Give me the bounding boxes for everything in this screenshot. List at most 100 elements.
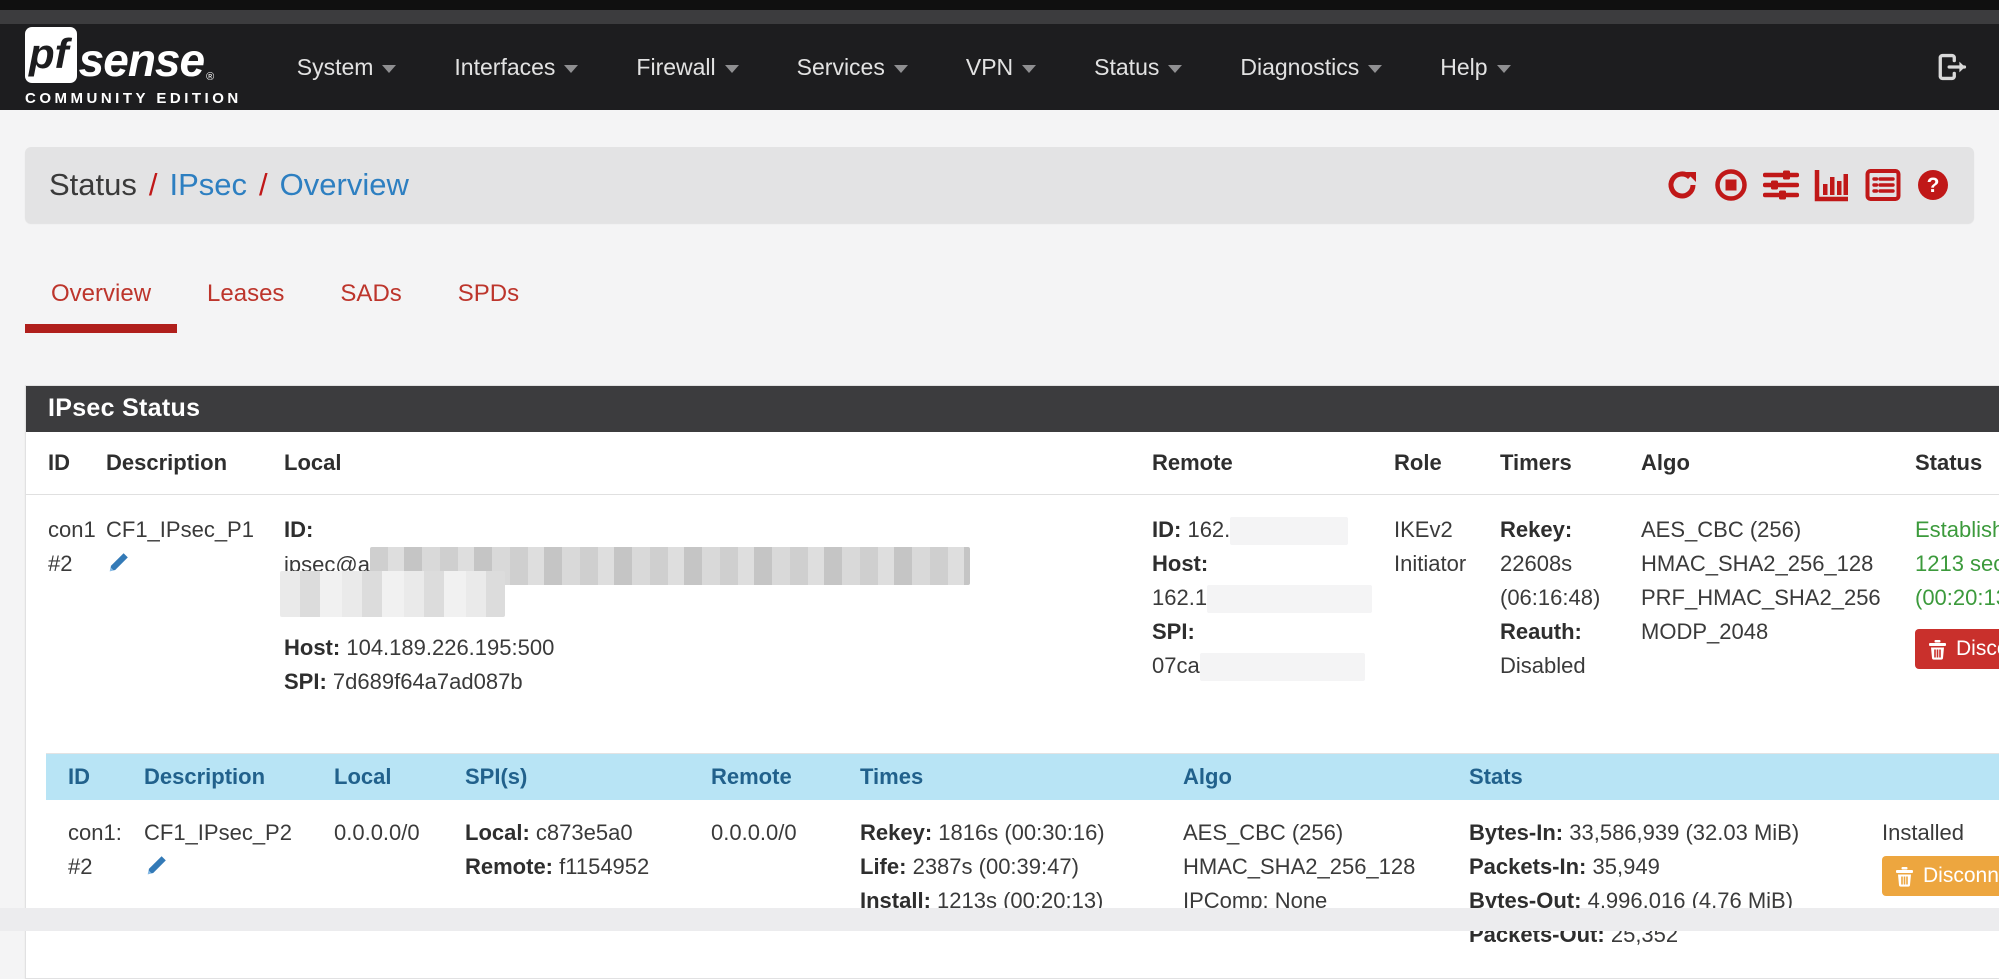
logo-sense: sense	[79, 39, 204, 83]
nav-item-help[interactable]: Help	[1440, 54, 1510, 81]
nav-item-interfaces[interactable]: Interfaces	[454, 54, 578, 81]
p1-id-cell: con1 #2	[26, 495, 96, 742]
col-actions	[1872, 754, 1999, 800]
nav-item-system[interactable]: System	[297, 54, 397, 81]
col-algo: Algo	[1173, 754, 1459, 800]
p1-row: con1 #2 CF1_IPsec_P1 ID: ipsec@a Hos	[26, 495, 1999, 742]
chevron-down-icon	[382, 65, 396, 73]
p1-timers-cell: Rekey: 22608s (06:16:48) Reauth: Disable…	[1490, 495, 1631, 742]
chevron-down-icon	[894, 65, 908, 73]
p2-local-cell: 0.0.0.0/0	[324, 800, 455, 978]
help-icon[interactable]: ?	[1916, 168, 1950, 202]
window-top-strip	[0, 0, 1999, 10]
nav-item-vpn[interactable]: VPN	[966, 54, 1036, 81]
p2-header-row: ID Description Local SPI(s) Remote Times…	[46, 754, 1999, 800]
edit-pencil-icon[interactable]	[106, 551, 130, 585]
p2-spi-cell: Local: c873e5a0 Remote: f1154952	[455, 800, 701, 978]
col-id: ID	[26, 432, 96, 495]
redaction-box	[1200, 653, 1365, 681]
page-header: Status / IPsec / Overview	[25, 147, 1974, 223]
col-description: Description	[134, 754, 324, 800]
logo-registered: ®	[206, 71, 214, 83]
breadcrumb-separator: /	[149, 167, 158, 203]
chevron-down-icon	[1368, 65, 1382, 73]
panel-title: IPsec Status	[26, 386, 1999, 432]
col-local: Local	[274, 432, 1142, 495]
p2-times-cell: Rekey: 1816s (00:30:16) Life: 2387s (00:…	[850, 800, 1173, 978]
redaction-blur	[280, 571, 505, 617]
p2-action-cell: Installed Disconnect	[1872, 800, 1999, 978]
chevron-down-icon	[1168, 65, 1182, 73]
col-remote: Remote	[701, 754, 850, 800]
p1-local-cell: ID: ipsec@a Host: 104.189.226.195:500 SP…	[274, 495, 1142, 742]
page-bottom-gutter	[0, 908, 1999, 931]
disconnect-p1-button[interactable]: Disconnect	[1915, 629, 1999, 669]
p1-status-cell: Established 1213 seconds (00:20:13) Disc…	[1905, 495, 1999, 742]
col-timers: Timers	[1490, 432, 1631, 495]
p1-description-cell: CF1_IPsec_P1	[96, 495, 274, 742]
edit-pencil-icon[interactable]	[144, 854, 168, 888]
col-local: Local	[324, 754, 455, 800]
tab-spds[interactable]: SPDs	[432, 280, 545, 333]
status-installed: Installed	[1882, 816, 1999, 850]
refresh-icon[interactable]	[1665, 168, 1699, 202]
breadcrumb-separator: /	[259, 167, 268, 203]
breadcrumb-status: Status	[49, 167, 137, 203]
tab-leases[interactable]: Leases	[181, 280, 310, 333]
nav-item-services[interactable]: Services	[797, 54, 908, 81]
p2-description-cell: CF1_IPsec_P2	[134, 800, 324, 978]
col-times: Times	[850, 754, 1173, 800]
p2-row: con1: #2 CF1_IPsec_P2 0.0.0.0/	[46, 800, 1999, 978]
chevron-down-icon	[1497, 65, 1511, 73]
sign-out-icon[interactable]	[1937, 53, 1969, 81]
col-algo: Algo	[1631, 432, 1905, 495]
p2-id-cell: con1: #2	[46, 800, 134, 978]
ipsec-p2-section: ID Description Local SPI(s) Remote Times…	[46, 753, 1999, 978]
redaction-box	[1207, 585, 1372, 613]
ipsec-status-panel: IPsec Status ID Description Local Remote…	[25, 385, 1999, 979]
tab-sads[interactable]: SADs	[314, 280, 427, 333]
ipsec-p1-table: ID Description Local Remote Role Timers …	[26, 432, 1999, 741]
pfsense-logo[interactable]: pf sense ® COMMUNITY EDITION	[25, 27, 242, 107]
breadcrumb-overview-link[interactable]: Overview	[280, 167, 409, 203]
chevron-down-icon	[1022, 65, 1036, 73]
disconnect-p2-button[interactable]: Disconnect	[1882, 856, 1999, 896]
col-role: Role	[1384, 432, 1490, 495]
col-id: ID	[46, 754, 134, 800]
col-stats: Stats	[1459, 754, 1872, 800]
header-toolbar: ?	[1665, 168, 1950, 202]
nav-item-status[interactable]: Status	[1094, 54, 1182, 81]
p2-remote-cell: 0.0.0.0/0	[701, 800, 850, 978]
nav-item-diagnostics[interactable]: Diagnostics	[1240, 54, 1382, 81]
nav-menu: System Interfaces Firewall Services VPN …	[297, 54, 1937, 81]
logo-subtitle: COMMUNITY EDITION	[25, 90, 242, 107]
p1-remote-cell: ID: 162. Host: 162.1 SPI: 07ca	[1142, 495, 1384, 742]
p1-algo-cell: AES_CBC (256) HMAC_SHA2_256_128 PRF_HMAC…	[1631, 495, 1905, 742]
p2-algo-cell: AES_CBC (256) HMAC_SHA2_256_128 IPComp: …	[1173, 800, 1459, 978]
navbar: pf sense ® COMMUNITY EDITION System Inte…	[0, 24, 1999, 110]
trash-icon	[1928, 639, 1947, 660]
trash-icon	[1895, 866, 1914, 887]
tab-bar: Overview Leases SADs SPDs	[25, 280, 1999, 333]
sliders-icon[interactable]	[1763, 168, 1799, 202]
col-remote: Remote	[1142, 432, 1384, 495]
bar-chart-icon[interactable]	[1814, 168, 1850, 202]
chevron-down-icon	[725, 65, 739, 73]
tab-overview[interactable]: Overview	[25, 280, 177, 333]
list-icon[interactable]	[1865, 168, 1901, 202]
col-status: Status	[1905, 432, 1999, 495]
stop-icon[interactable]	[1714, 168, 1748, 202]
p1-header-row: ID Description Local Remote Role Timers …	[26, 432, 1999, 495]
ipsec-p2-table: ID Description Local SPI(s) Remote Times…	[46, 754, 1999, 978]
col-spis: SPI(s)	[455, 754, 701, 800]
chevron-down-icon	[564, 65, 578, 73]
breadcrumb: Status / IPsec / Overview	[49, 167, 409, 203]
col-description: Description	[96, 432, 274, 495]
nav-item-firewall[interactable]: Firewall	[636, 54, 738, 81]
svg-text:?: ?	[1927, 174, 1940, 197]
logo-pf: pf	[25, 27, 77, 83]
breadcrumb-ipsec-link[interactable]: IPsec	[170, 167, 248, 203]
status-established: Established	[1915, 513, 1999, 547]
window-title-strip	[0, 10, 1999, 24]
redaction-box	[1230, 517, 1348, 545]
